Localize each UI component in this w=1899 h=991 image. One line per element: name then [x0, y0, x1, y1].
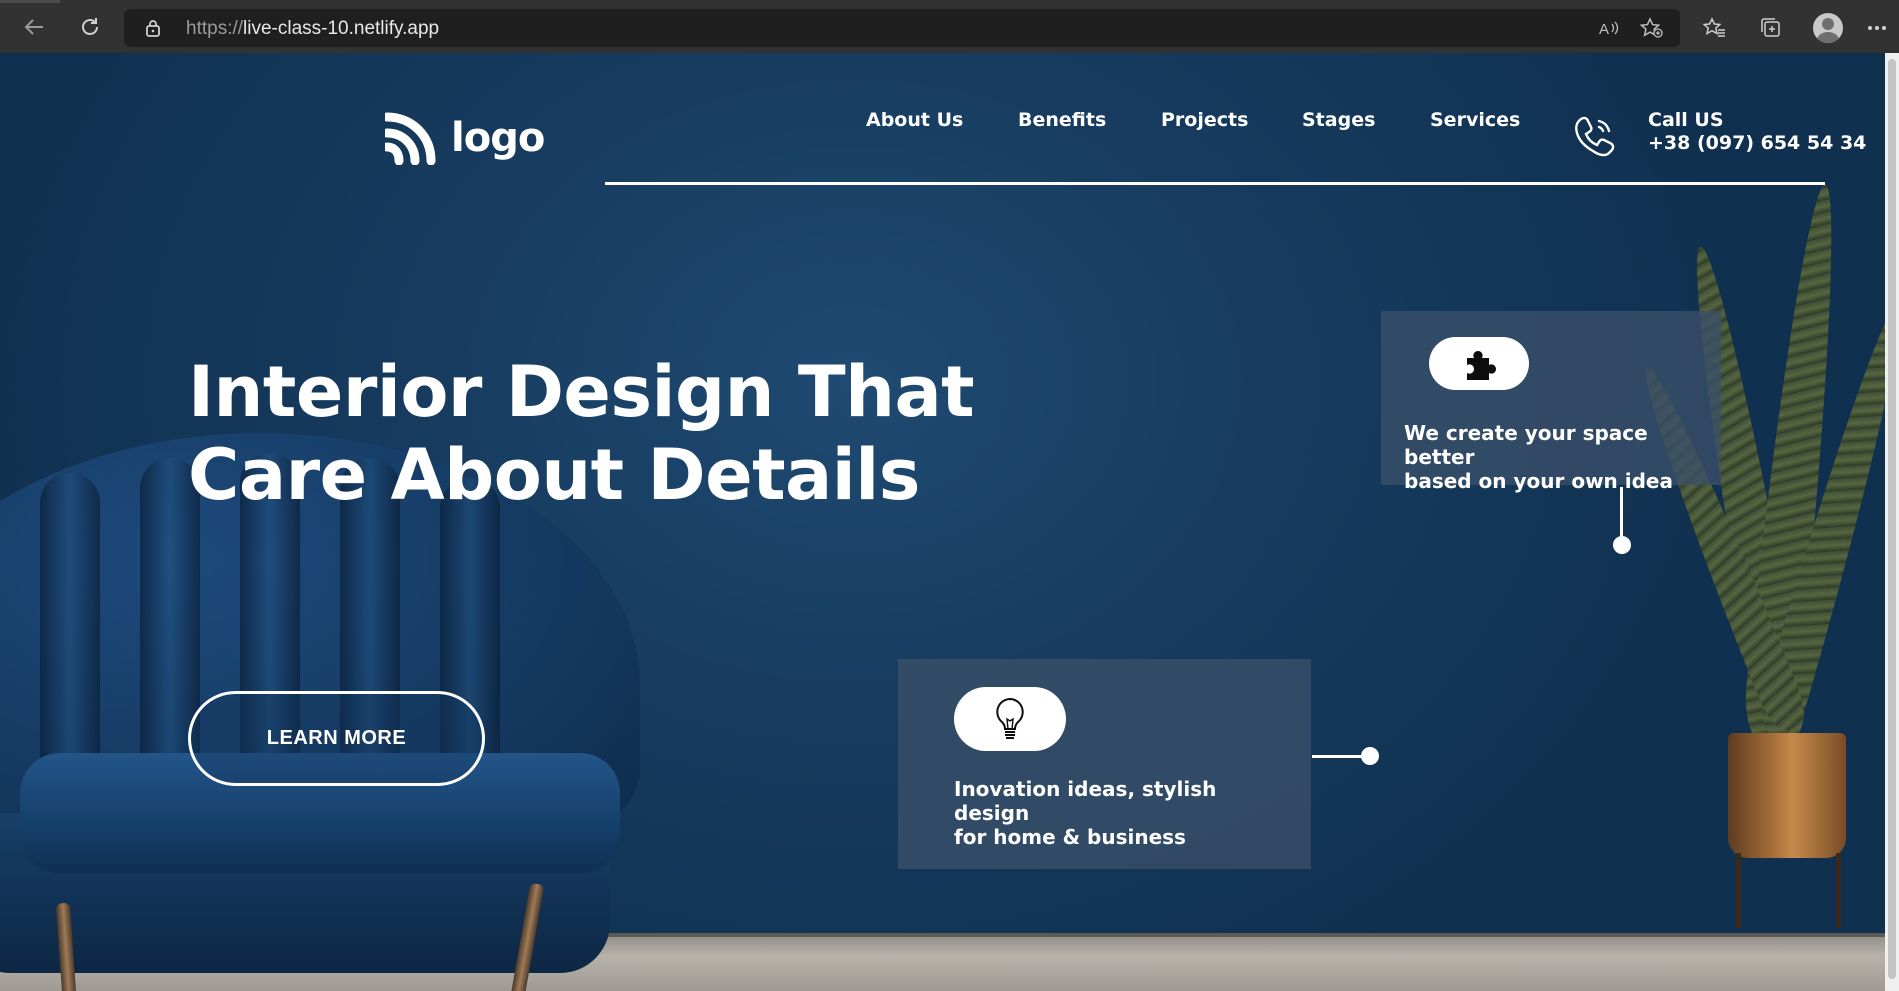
connector-dot: [1613, 536, 1631, 554]
url-text[interactable]: https://live-class-10.netlify.app: [186, 18, 439, 40]
hero-section: logo About Us Benefits Projects Stages S…: [0, 53, 1899, 991]
add-favorite-icon[interactable]: [1635, 11, 1669, 45]
feature-card-text: We create your space better based on you…: [1404, 421, 1714, 493]
profile-avatar[interactable]: [1813, 13, 1843, 43]
read-aloud-icon[interactable]: A: [1592, 11, 1626, 45]
lightbulb-icon: [954, 687, 1066, 751]
lock-icon[interactable]: [146, 19, 160, 37]
call-label: Call US: [1648, 109, 1724, 131]
feature-card-line-3: for home & business: [954, 825, 1186, 849]
feature-card-line-2: design: [954, 801, 1030, 825]
site-logo[interactable]: logo: [385, 111, 545, 165]
back-icon[interactable]: [16, 10, 52, 44]
nav-link-about-us[interactable]: About Us: [866, 109, 963, 131]
browser-toolbar: https://live-class-10.netlify.app A: [0, 0, 1899, 53]
active-tab-indicator: [0, 0, 60, 3]
call-phone-number[interactable]: +38 (097) 654 54 34: [1648, 132, 1866, 154]
url-host: live-class-10.netlify.app: [243, 18, 440, 39]
nav-link-projects[interactable]: Projects: [1161, 109, 1248, 131]
feature-card-text: Inovation ideas, stylish design for home…: [954, 777, 1294, 849]
nav-link-stages[interactable]: Stages: [1302, 109, 1375, 131]
feature-card-line-1: We create your space better: [1404, 421, 1648, 469]
logo-text: logo: [451, 115, 545, 161]
plant-pot: [1728, 733, 1846, 858]
address-bar[interactable]: https://live-class-10.netlify.app A: [124, 9, 1680, 47]
hero-headline: Interior Design That Care About Details: [188, 351, 1008, 517]
pot-stand-leg: [1736, 853, 1741, 928]
feature-card-line-1: Inovation ideas, stylish: [954, 777, 1217, 801]
scrollbar-thumb[interactable]: [1888, 59, 1896, 979]
pot-stand-leg: [1836, 853, 1841, 928]
favorites-icon[interactable]: [1698, 11, 1732, 45]
connector-dot: [1361, 747, 1379, 765]
header-divider: [605, 182, 1825, 185]
headline-line-2: Care About Details: [188, 434, 920, 516]
feature-card-innovation: Inovation ideas, stylish design for home…: [898, 659, 1311, 869]
more-icon[interactable]: [1860, 11, 1894, 45]
nav-link-benefits[interactable]: Benefits: [1018, 109, 1106, 131]
refresh-icon[interactable]: [72, 10, 108, 44]
puzzle-icon: [1429, 337, 1529, 390]
logo-icon: [385, 112, 436, 165]
feature-card-line-2: based on your own idea: [1404, 469, 1673, 493]
headline-line-1: Interior Design That: [188, 351, 975, 433]
feature-card-space: We create your space better based on you…: [1381, 311, 1721, 493]
page-scrollbar[interactable]: [1885, 53, 1899, 991]
learn-more-button[interactable]: LEARN MORE: [188, 691, 485, 786]
collections-icon[interactable]: [1754, 11, 1788, 45]
nav-link-services[interactable]: Services: [1430, 109, 1520, 131]
phone-icon[interactable]: [1572, 113, 1618, 159]
url-scheme: https://: [186, 18, 244, 39]
svg-text:A: A: [1599, 21, 1609, 38]
